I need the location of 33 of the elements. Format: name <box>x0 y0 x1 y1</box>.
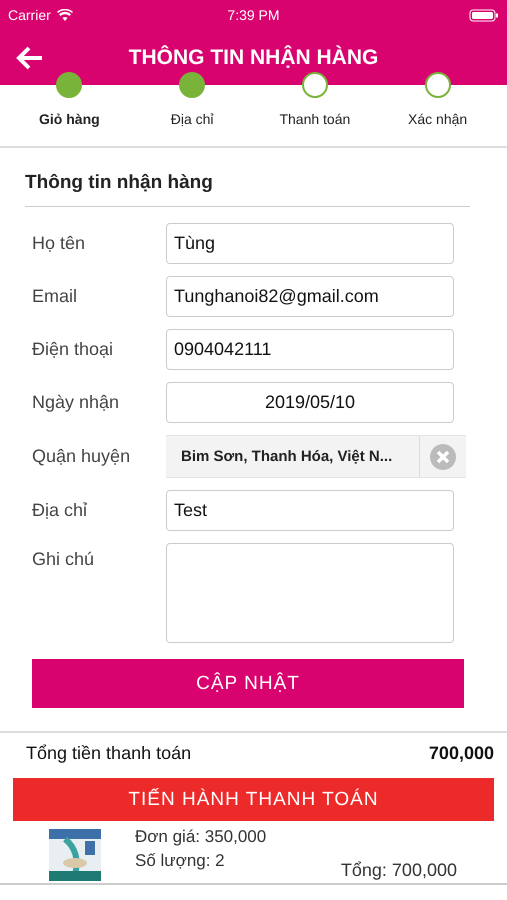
text-field[interactable]: 0904042111 <box>166 329 454 370</box>
step-label[interactable]: Địa chỉ <box>170 111 214 127</box>
unit-price: Đơn giá: 350,000 <box>135 827 268 847</box>
field-label: Email <box>32 286 78 307</box>
field-label: Họ tên <box>32 233 86 254</box>
field-label: Quận huyện <box>32 446 132 467</box>
subtotal: Tổng: 700,000 <box>340 860 457 882</box>
status-time: 7:39 PM <box>227 7 280 23</box>
district-picker[interactable]: Bim Sơn, Thanh Hóa, Việt N... <box>166 435 466 478</box>
text-field[interactable]: Test <box>166 490 454 531</box>
field-label: Ghi chú <box>32 548 96 570</box>
step-label[interactable]: Giỏ hàng <box>39 111 100 127</box>
step-label[interactable]: Xác nhận <box>408 111 468 127</box>
quantity: Số lượng: 2 <box>135 851 226 871</box>
close-icon <box>430 444 456 470</box>
section-title: Thông tin nhận hàng <box>25 148 470 207</box>
date-field[interactable]: 2019/05/10 <box>166 382 454 423</box>
field-label: Địa chỉ <box>32 500 88 521</box>
carrier-label: Carrier <box>8 7 51 23</box>
step-label[interactable]: Thanh toán <box>279 111 350 127</box>
total-amount: 700,000 <box>428 743 494 764</box>
back-arrow-icon[interactable] <box>16 46 44 70</box>
checkout-button[interactable]: TIẾN HÀNH THANH TOÁN <box>13 778 494 821</box>
total-label: Tổng tiền thanh toán <box>26 743 192 764</box>
page-title: THÔNG TIN NHẬN HÀNG <box>128 46 380 70</box>
text-field[interactable]: Tunghanoi82@gmail.com <box>166 276 454 317</box>
field-label: Ngày nhận <box>32 392 120 413</box>
note-field[interactable] <box>166 543 454 643</box>
update-button[interactable]: CẬP NHẬT <box>32 659 464 708</box>
battery-icon <box>468 8 499 22</box>
text-field[interactable]: Tùng <box>166 223 454 264</box>
field-label: Điện thoại <box>32 339 114 360</box>
wifi-icon <box>56 9 73 21</box>
